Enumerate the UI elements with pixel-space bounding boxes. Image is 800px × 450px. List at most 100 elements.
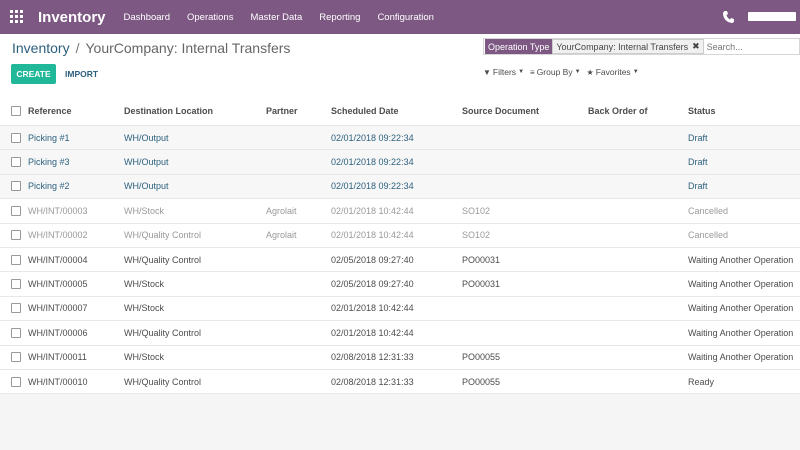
select-all-checkbox[interactable] — [11, 105, 21, 116]
phone-icon[interactable] — [722, 10, 734, 24]
cell-status: Ready — [688, 376, 715, 387]
cell-status: Waiting Another Operation — [688, 327, 794, 338]
row-checkbox[interactable] — [11, 230, 21, 241]
cell-status: Draft — [688, 132, 708, 143]
cell-source-document: PO00055 — [462, 376, 501, 387]
table-row[interactable]: Picking #3 WH/Output 02/01/2018 09:22:34 Dr… — [0, 150, 800, 175]
table-row[interactable]: WH/INT/00010 WH/Quality Control 02/08/2018… — [0, 370, 800, 395]
cell-status: Waiting Another Operation — [688, 279, 794, 290]
table-row[interactable]: WH/INT/00011 WH/Stock 02/08/2018 12:31:33 P… — [0, 346, 800, 370]
cell-source-document: SO102 — [462, 205, 491, 216]
filters-dropdown[interactable]: ▼ Filters ▼ — [483, 67, 524, 77]
column-header-status[interactable]: Status — [688, 106, 716, 116]
cell-source-document: SO102 — [462, 230, 491, 241]
filters-label: Filters — [492, 67, 517, 77]
apps-grid-icon[interactable] — [10, 10, 24, 24]
facet-remove-icon[interactable]: ✖ — [692, 41, 700, 52]
row-checkbox[interactable] — [11, 327, 21, 338]
search-facet: Operation Type YourCompany: Internal Tra… — [485, 39, 704, 54]
cell-reference: WH/INT/00006 — [28, 327, 88, 338]
favorites-dropdown[interactable]: ★ Favorites ▼ — [587, 67, 639, 77]
cell-scheduled-date: 02/01/2018 09:22:34 — [331, 181, 414, 192]
breadcrumb-inventory-link[interactable]: Inventory — [12, 40, 70, 56]
facet-label: Operation Type — [485, 39, 553, 54]
row-checkbox[interactable] — [11, 181, 21, 192]
cell-source-document: PO00031 — [462, 254, 501, 265]
filter-icon: ▼ — [483, 67, 491, 77]
caret-down-icon: ▼ — [574, 69, 581, 75]
breadcrumb: Inventory / YourCompany: Internal Transf… — [12, 40, 290, 56]
favorites-label: Favorites — [595, 67, 631, 77]
column-header-scheduled-date[interactable]: Scheduled Date — [331, 106, 399, 116]
row-checkbox[interactable] — [11, 352, 21, 363]
table-row[interactable]: WH/INT/00006 WH/Quality Control 02/01/2018… — [0, 321, 800, 346]
row-checkbox[interactable] — [11, 279, 21, 290]
table-row[interactable]: WH/INT/00005 WH/Stock 02/05/2018 09:27:40 P… — [0, 272, 800, 297]
search-input[interactable] — [706, 41, 797, 52]
create-button[interactable]: CREATE — [11, 64, 56, 84]
search-options: ▼ Filters ▼ ≡ Group By ▼ ★ Favorites ▼ — [483, 67, 645, 77]
app-name: Inventory — [38, 8, 106, 26]
cell-destination: WH/Output — [124, 181, 169, 192]
column-header-source-document[interactable]: Source Document — [462, 106, 539, 116]
row-checkbox[interactable] — [11, 303, 21, 314]
top-navbar: Inventory Dashboard Operations Master Da… — [0, 0, 800, 34]
cell-reference: WH/INT/00011 — [28, 352, 87, 363]
table-row[interactable]: WH/INT/00002 WH/Quality Control Agrolait 02… — [0, 224, 800, 248]
cell-reference: Picking #2 — [28, 181, 70, 192]
import-button[interactable]: IMPORT — [65, 69, 98, 79]
cell-scheduled-date: 02/08/2018 12:31:33 — [331, 376, 414, 387]
group-by-dropdown[interactable]: ≡ Group By ▼ — [530, 67, 581, 77]
menu-item-master-data[interactable]: Master Data — [250, 12, 302, 23]
table-row[interactable]: WH/INT/00007 WH/Stock 02/01/2018 10:42:44 W… — [0, 297, 800, 322]
cell-scheduled-date: 02/01/2018 10:42:44 — [331, 303, 414, 314]
cell-reference: WH/INT/00007 — [28, 303, 88, 314]
cell-destination: WH/Quality Control — [124, 327, 202, 338]
page-title: YourCompany: Internal Transfers — [85, 40, 291, 56]
table-row[interactable]: WH/INT/00003 WH/Stock Agrolait 02/01/2018 1… — [0, 199, 800, 224]
cell-destination: WH/Stock — [124, 303, 165, 314]
cell-destination: WH/Output — [124, 157, 169, 168]
user-menu[interactable] — [748, 12, 796, 21]
cell-scheduled-date: 02/01/2018 09:22:34 — [331, 157, 414, 168]
row-checkbox[interactable] — [11, 132, 21, 143]
cell-status: Cancelled — [688, 205, 729, 216]
column-header-back-order[interactable]: Back Order of — [588, 106, 648, 116]
cell-destination: WH/Quality Control — [124, 254, 202, 265]
cell-source-document: PO00031 — [462, 279, 501, 290]
cell-status: Cancelled — [688, 230, 729, 241]
menu-item-configuration[interactable]: Configuration — [377, 12, 434, 23]
table-row[interactable]: Picking #2 WH/Output 02/01/2018 09:22:34 Dr… — [0, 174, 800, 200]
cell-partner: Agrolait — [266, 205, 297, 216]
row-checkbox[interactable] — [11, 376, 21, 387]
cell-destination: WH/Stock — [124, 279, 165, 290]
menu-item-dashboard[interactable]: Dashboard — [124, 12, 170, 23]
row-checkbox[interactable] — [11, 205, 21, 216]
column-header-destination[interactable]: Destination Location — [124, 106, 213, 116]
caret-down-icon: ▼ — [632, 69, 639, 75]
cell-source-document: PO00055 — [462, 352, 501, 363]
cell-status: Draft — [688, 157, 708, 168]
cell-scheduled-date: 02/01/2018 10:42:44 — [331, 205, 414, 216]
cell-scheduled-date: 02/08/2018 12:31:33 — [331, 352, 414, 363]
cell-status: Draft — [688, 181, 708, 192]
table-row[interactable]: WH/INT/00004 WH/Quality Control 02/05/2018… — [0, 248, 800, 273]
cell-reference: WH/INT/00005 — [28, 279, 88, 290]
search-bar: Operation Type YourCompany: Internal Tra… — [483, 38, 800, 55]
cell-reference: Picking #3 — [28, 157, 70, 168]
cell-scheduled-date: 02/01/2018 10:42:44 — [331, 327, 414, 338]
cell-reference: WH/INT/00002 — [28, 230, 88, 241]
cell-reference: WH/INT/00010 — [28, 376, 88, 387]
column-header-partner[interactable]: Partner — [266, 106, 298, 116]
page-background — [0, 395, 800, 450]
row-checkbox[interactable] — [11, 157, 21, 168]
column-header-reference[interactable]: Reference — [28, 106, 72, 116]
cell-destination: WH/Output — [124, 132, 169, 143]
cell-status: Waiting Another Operation — [688, 303, 794, 314]
breadcrumb-separator: / — [75, 40, 80, 56]
cell-destination: WH/Stock — [124, 352, 165, 363]
menu-item-reporting[interactable]: Reporting — [319, 12, 360, 23]
table-row[interactable]: Picking #1 WH/Output 02/01/2018 09:22:34 Dr… — [0, 126, 800, 151]
menu-item-operations[interactable]: Operations — [187, 12, 233, 23]
row-checkbox[interactable] — [11, 254, 21, 265]
